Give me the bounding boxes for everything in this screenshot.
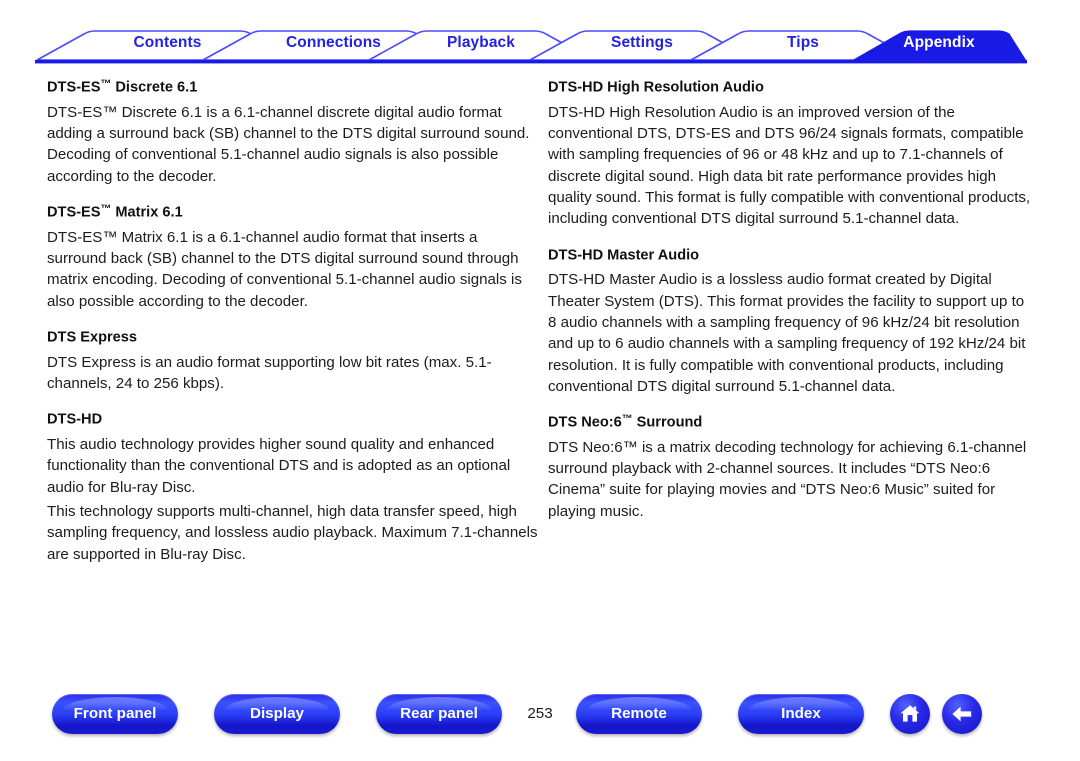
heading-text-cont: Matrix 6.1 xyxy=(111,204,183,221)
rear-panel-button[interactable]: Rear panel xyxy=(376,694,502,734)
tab-bar: Contents Connections Playback Settings T… xyxy=(35,26,1027,66)
section-paragraph: DTS-ES™ Matrix 6.1 is a 6.1-channel audi… xyxy=(47,228,522,310)
display-button[interactable]: Display xyxy=(214,694,340,734)
section-heading: DTS-HD xyxy=(47,410,539,429)
heading-text: DTS-HD Master Audio xyxy=(548,247,700,264)
section-dts-hd-high-resolution-audio: DTS-HD High Resolution Audio DTS-HD High… xyxy=(548,78,1035,230)
heading-text-cont: Surround xyxy=(632,414,703,431)
back-button[interactable] xyxy=(942,694,982,734)
heading-text: DTS Express xyxy=(47,329,138,346)
section-paragraph: This technology supports multi-channel, … xyxy=(47,502,538,563)
button-label: Remote xyxy=(611,705,667,722)
section-dts-neo6-surround: DTS Neo:6™ Surround DTS Neo:6™ is a matr… xyxy=(548,413,1035,522)
tab-underline-rule xyxy=(35,60,1027,64)
heading-text-cont: Discrete 6.1 xyxy=(111,79,198,96)
section-paragraph: DTS-ES™ Discrete 6.1 is a 6.1-channel di… xyxy=(47,103,530,185)
section-heading: DTS-HD Master Audio xyxy=(548,246,1035,265)
trademark-symbol: ™ xyxy=(100,202,112,215)
heading-text: DTS-ES xyxy=(47,79,101,96)
section-paragraph: DTS Neo:6™ is a matrix decoding technolo… xyxy=(548,438,1027,520)
index-button[interactable]: Index xyxy=(738,694,864,734)
section-paragraph: This audio technology provides higher so… xyxy=(47,436,511,496)
remote-button[interactable]: Remote xyxy=(576,694,702,734)
section-dts-es-matrix-61: DTS-ES™ Matrix 6.1 DTS-ES™ Matrix 6.1 is… xyxy=(47,203,539,312)
button-label: Index xyxy=(781,705,821,722)
tab-label-text: Appendix xyxy=(903,34,975,51)
section-paragraph: DTS-HD High Resolution Audio is an impro… xyxy=(548,103,1031,228)
section-heading: DTS-HD High Resolution Audio xyxy=(548,78,1035,97)
button-label: Display xyxy=(249,705,305,722)
home-button[interactable] xyxy=(890,694,930,734)
back-arrow-icon xyxy=(952,706,972,722)
heading-text: DTS Neo:6 xyxy=(548,414,622,431)
tab-label-text: Playback xyxy=(446,34,515,51)
section-paragraph: DTS Express is an audio format supportin… xyxy=(47,353,492,392)
section-dts-hd-master-audio: DTS-HD Master Audio DTS-HD Master Audio … xyxy=(548,246,1035,398)
trademark-symbol: ™ xyxy=(100,78,112,90)
button-label: Front panel xyxy=(73,705,157,722)
heading-text: DTS-HD High Resolution Audio xyxy=(548,79,764,96)
right-column: DTS-HD High Resolution Audio DTS-HD High… xyxy=(548,78,1035,522)
button-label: Rear panel xyxy=(400,705,478,722)
page-number: 253 xyxy=(527,705,553,722)
section-dts-hd: DTS-HD This audio technology provides hi… xyxy=(47,410,539,565)
front-panel-button[interactable]: Front panel xyxy=(52,694,178,734)
trademark-symbol: ™ xyxy=(621,413,633,426)
tab-label-text: Connections xyxy=(286,34,381,51)
home-icon xyxy=(900,705,920,722)
heading-text: DTS-HD xyxy=(47,411,103,428)
heading-text: DTS-ES xyxy=(47,204,101,221)
tab-appendix[interactable]: Appendix xyxy=(852,26,1026,60)
left-column: DTS-ES™ Discrete 6.1 DTS-ES™ Discrete 6.… xyxy=(47,78,539,565)
section-dts-es-discrete-61: DTS-ES™ Discrete 6.1 DTS-ES™ Discrete 6.… xyxy=(47,78,539,187)
tab-label-text: Tips xyxy=(787,34,819,51)
section-heading: DTS-ES™ Discrete 6.1 xyxy=(47,78,539,97)
section-heading: DTS Express xyxy=(47,328,539,347)
tab-label-text: Contents xyxy=(133,34,202,51)
footer-navigation: Front panel Display Rear panel 253 Remot… xyxy=(0,694,1080,740)
section-dts-express: DTS Express DTS Express is an audio form… xyxy=(47,328,539,394)
tab-label-text: Settings xyxy=(611,34,673,51)
section-paragraph: DTS-HD Master Audio is a lossless audio … xyxy=(548,271,1026,395)
section-heading: DTS-ES™ Matrix 6.1 xyxy=(47,203,539,222)
section-heading: DTS Neo:6™ Surround xyxy=(548,413,1035,432)
